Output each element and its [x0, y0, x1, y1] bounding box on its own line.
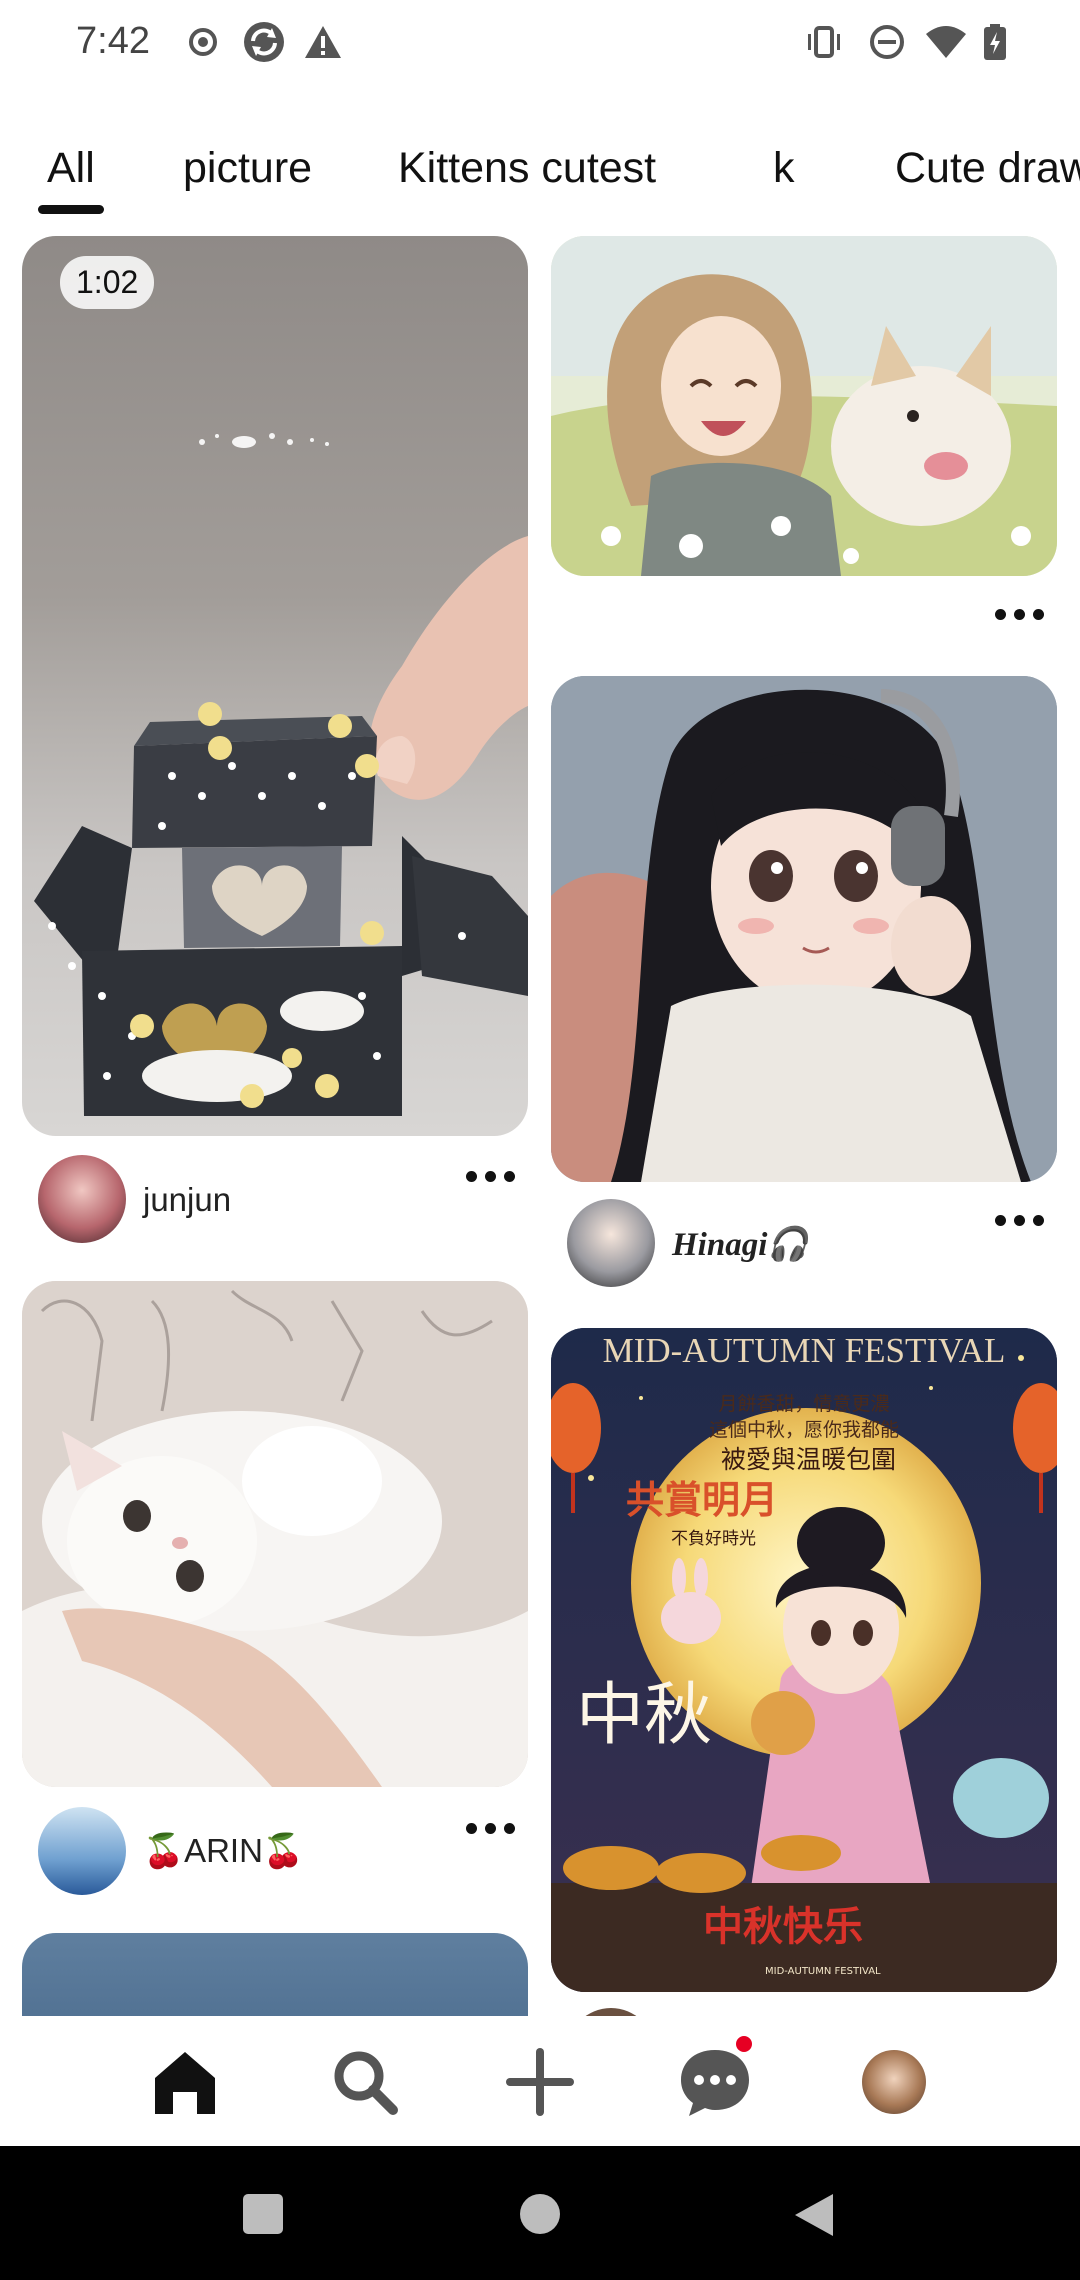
- pin-author-name[interactable]: junjun: [143, 1181, 231, 1219]
- status-time: 7:42: [76, 20, 150, 62]
- pin-image-girl-with-dog: [551, 236, 1057, 576]
- record-icon: [189, 28, 217, 56]
- bottom-nav: [0, 2016, 1080, 2146]
- poster-footer-small: MID-AUTUMN FESTIVAL: [765, 1966, 881, 1977]
- home-icon[interactable]: [145, 2042, 225, 2122]
- pin-image-card[interactable]: MID-AUTUMN FESTIVAL 月餅香甜，情意更濃 這個中秋，愿你我都能…: [551, 1328, 1057, 1992]
- pin-image-kitten: [22, 1281, 528, 1787]
- poster-banner: MID-AUTUMN FESTIVAL: [603, 1331, 1006, 1370]
- author-avatar[interactable]: [38, 1155, 126, 1243]
- author-avatar[interactable]: [567, 1199, 655, 1287]
- pin-author-name[interactable]: 🍒ARIN🍒: [143, 1832, 304, 1871]
- pin-image-card[interactable]: [551, 236, 1057, 576]
- system-nav-bar: [0, 2146, 1080, 2280]
- poster-line-4: 不負好時光: [671, 1529, 756, 1549]
- tab-picture[interactable]: picture: [183, 144, 312, 193]
- notification-badge: [736, 2036, 752, 2052]
- pin-image-card[interactable]: [22, 1933, 528, 2016]
- video-duration-badge: 1:02: [60, 256, 155, 309]
- poster-line-3: 被愛與温暖包圍: [721, 1445, 896, 1474]
- pin-video-thumbnail: [34, 433, 528, 1116]
- poster-highlight: 共賞明月: [626, 1478, 778, 1522]
- tab-cute-draw[interactable]: Cute draw: [895, 144, 1080, 193]
- pin-image-girl-headphones: [551, 676, 1057, 1182]
- sync-icon: [244, 22, 284, 62]
- home-button[interactable]: [520, 2194, 560, 2234]
- more-options-icon[interactable]: [995, 1212, 1045, 1228]
- battery-icon: [984, 24, 1006, 60]
- tab-selected-indicator: [38, 205, 104, 214]
- tab-kittens-cutest[interactable]: Kittens cutest: [398, 144, 656, 193]
- pin-author-name[interactable]: Hinagi🎧: [672, 1225, 808, 1264]
- author-avatar[interactable]: [567, 2008, 655, 2016]
- more-options-icon[interactable]: [466, 1168, 516, 1184]
- wifi-icon: [926, 26, 966, 58]
- poster-big-chars: 中秋: [576, 1676, 712, 1755]
- recents-button[interactable]: [243, 2194, 283, 2234]
- vibrate-icon: [808, 26, 840, 58]
- poster-line-1: 月餅香甜，情意更濃: [718, 1393, 889, 1415]
- more-options-icon[interactable]: [466, 1820, 516, 1836]
- search-icon[interactable]: [325, 2042, 405, 2122]
- warning-icon: [305, 26, 341, 58]
- do-not-disturb-icon: [870, 25, 904, 59]
- pin-image-card[interactable]: [551, 676, 1057, 1182]
- profile-avatar[interactable]: [862, 2050, 926, 2114]
- status-bar: 7:42: [0, 0, 1080, 90]
- author-avatar[interactable]: [38, 1807, 126, 1895]
- pin-image-card[interactable]: [22, 1281, 528, 1787]
- messages-icon[interactable]: [675, 2042, 755, 2122]
- more-options-icon[interactable]: [995, 606, 1045, 622]
- back-button[interactable]: [793, 2192, 835, 2238]
- poster-footer: 中秋快乐: [703, 1904, 863, 1950]
- create-icon[interactable]: [500, 2042, 580, 2122]
- board-tabs: All picture Kittens cutest k Cute draw: [0, 140, 1080, 220]
- pin-feed[interactable]: 1:02 junjun 🍒ARIN🍒 Hinagi🎧 MID-AUTUMN FE…: [0, 236, 1080, 2016]
- tab-k[interactable]: k: [773, 144, 795, 193]
- pin-video-card[interactable]: 1:02: [22, 236, 528, 1136]
- pin-image-mid-autumn-poster: MID-AUTUMN FESTIVAL 月餅香甜，情意更濃 這個中秋，愿你我都能…: [551, 1328, 1057, 1992]
- poster-line-2: 這個中秋，愿你我都能: [709, 1419, 899, 1441]
- tab-all[interactable]: All: [47, 144, 95, 193]
